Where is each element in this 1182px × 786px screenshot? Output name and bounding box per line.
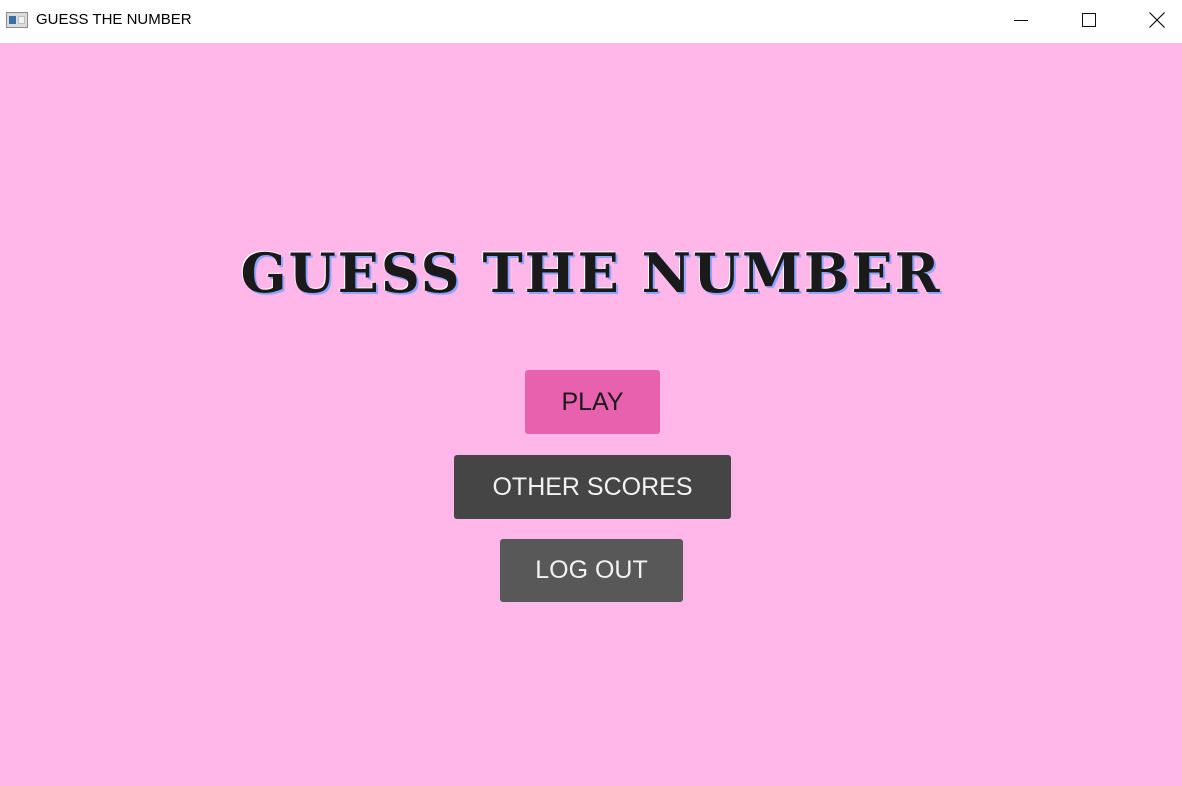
minimize-button[interactable]	[998, 0, 1044, 40]
app-window-icon[interactable]	[6, 12, 28, 28]
maximize-icon	[1082, 13, 1096, 27]
other-scores-button[interactable]: OTHER SCORES	[454, 455, 731, 519]
window-title: GUESS THE NUMBER	[36, 11, 192, 28]
maximize-button[interactable]	[1066, 0, 1112, 40]
app-icon-pane-left	[9, 16, 16, 24]
app-icon-pane-right	[18, 16, 25, 24]
minimize-icon	[1014, 20, 1028, 21]
title-bar[interactable]: GUESS THE NUMBER	[0, 0, 1182, 43]
app-window: GUESS THE NUMBER GUESS THE NUMBER PLAY O…	[0, 0, 1182, 786]
play-button[interactable]: PLAY	[525, 370, 660, 434]
main-panel: GUESS THE NUMBER PLAY OTHER SCORES LOG O…	[0, 43, 1182, 786]
close-button[interactable]	[1134, 0, 1180, 40]
page-title: GUESS THE NUMBER	[240, 241, 942, 305]
close-icon	[1149, 12, 1165, 28]
log-out-button[interactable]: LOG OUT	[500, 539, 683, 602]
